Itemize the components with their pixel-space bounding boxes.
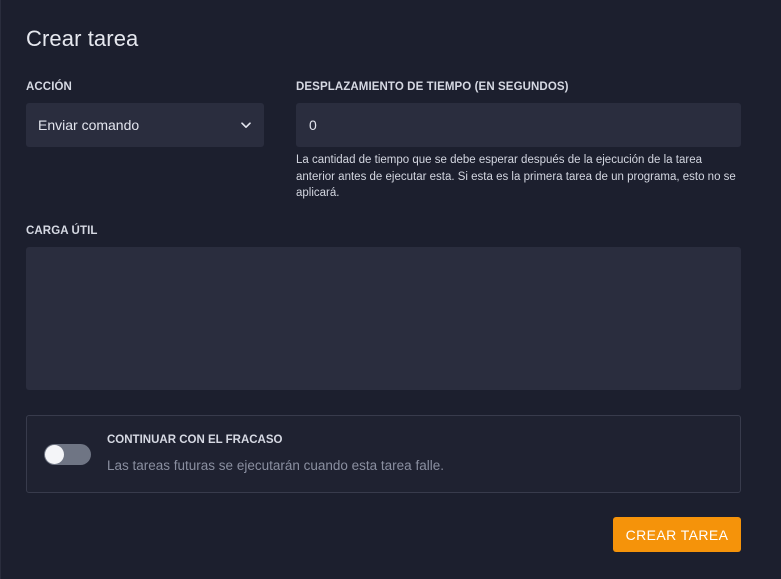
action-label: ACCIÓN bbox=[26, 81, 72, 93]
payload-label: CARGA ÚTIL bbox=[26, 225, 98, 237]
chevron-down-icon bbox=[240, 119, 252, 131]
create-task-modal: Crear tarea ACCIÓN Enviar comando DESPLA… bbox=[0, 0, 781, 579]
action-select[interactable]: Enviar comando bbox=[26, 103, 264, 147]
time-offset-label: DESPLAZAMIENTO DE TIEMPO (EN SEGUNDOS) bbox=[296, 81, 569, 93]
payload-textarea[interactable] bbox=[26, 247, 741, 390]
continue-on-failure-box: CONTINUAR CON EL FRACASO Las tareas futu… bbox=[26, 415, 741, 493]
time-offset-helper: La cantidad de tiempo que se debe espera… bbox=[296, 154, 736, 199]
continue-on-failure-description: Las tareas futuras se ejecutarán cuando … bbox=[107, 458, 444, 473]
create-task-button[interactable]: CREAR TAREA bbox=[613, 517, 741, 552]
continue-on-failure-toggle[interactable] bbox=[44, 444, 91, 465]
time-offset-input[interactable] bbox=[296, 103, 741, 147]
continue-on-failure-label: CONTINUAR CON EL FRACASO bbox=[107, 434, 283, 446]
modal-title: Crear tarea bbox=[26, 26, 139, 51]
toggle-knob bbox=[45, 445, 64, 464]
action-select-value: Enviar comando bbox=[38, 117, 140, 133]
